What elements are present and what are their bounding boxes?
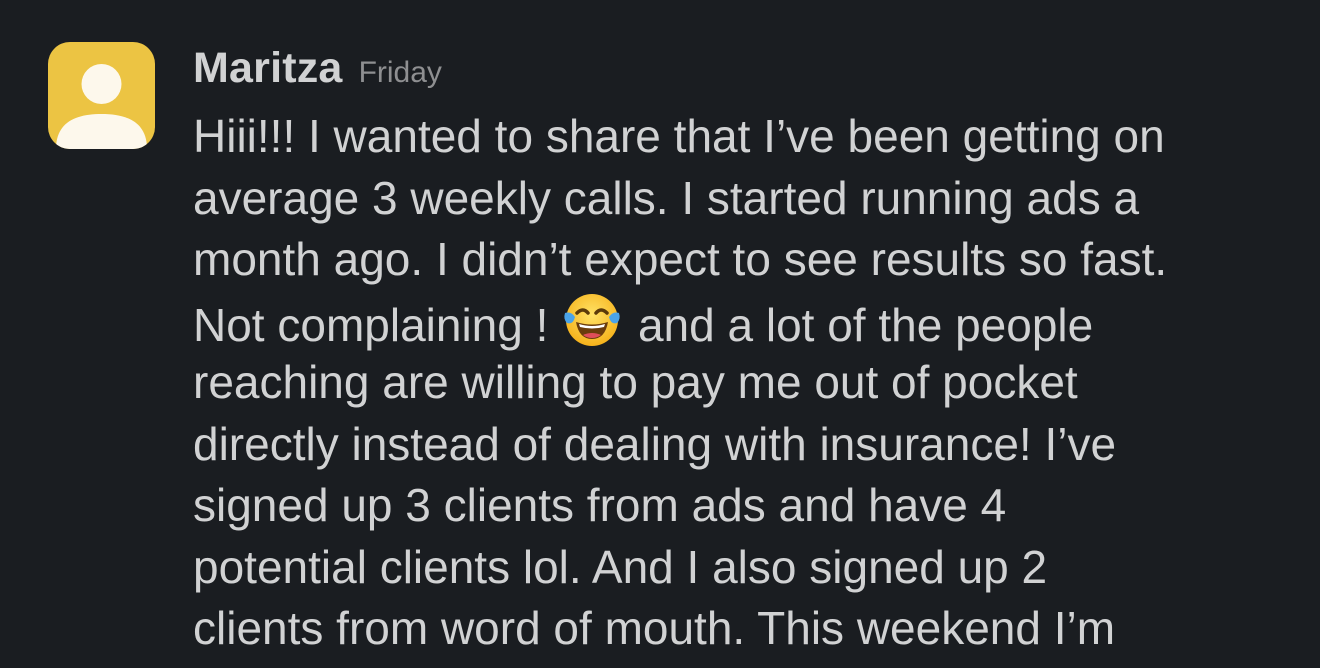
sender-name[interactable]: Maritza [193,44,343,93]
message-line: potential clients lol. And I also signed… [193,540,1048,593]
message-line: reaching are willing to pay me out of po… [193,356,1078,408]
user-placeholder-icon [56,64,147,149]
message-line: signed up 3 clients from ads and have 4 [193,479,1007,531]
message-line: average 3 weekly calls. I started runnin… [193,171,1140,224]
message-line: Not complaining ! and a lot of the peopl… [193,291,1303,353]
message: Maritza Friday Hiii!!! I wanted to share… [0,0,1320,668]
message-line-part: and a lot of the people [637,298,1094,351]
face-with-tears-of-joy-icon [563,291,621,349]
message-line: month ago. I didn’t expect to see result… [193,233,1168,285]
message-line: directly instead of dealing with insuran… [193,417,1117,470]
message-header: Maritza Friday [193,44,1303,104]
message-line: clients from word of mouth. This weekend… [193,602,1116,654]
avatar[interactable] [48,42,155,149]
message-content: Maritza Friday Hiii!!! I wanted to share… [193,44,1303,660]
message-line: Hiii!!! I wanted to share that I’ve been… [193,110,1165,162]
timestamp[interactable]: Friday [359,56,442,90]
message-body: Hiii!!! I wanted to share that I’ve been… [193,106,1303,660]
message-line-part: Not complaining ! [193,298,549,351]
